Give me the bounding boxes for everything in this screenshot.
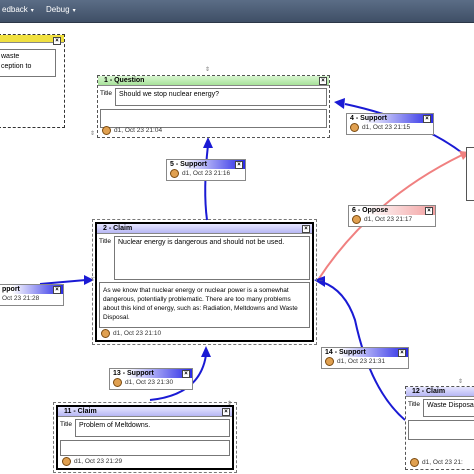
claim-11-title-row: Title Problem of Meltdowns. bbox=[60, 419, 230, 437]
support-link-13-footer: d1, Oct 23 21:30 bbox=[110, 378, 192, 387]
close-icon[interactable]: × bbox=[182, 370, 190, 378]
question-title-row: Title Should we stop nuclear energy? bbox=[100, 88, 327, 106]
oppose-link-6-header: 6 - Oppose × bbox=[349, 206, 435, 215]
partial-node-right[interactable] bbox=[466, 147, 474, 201]
close-icon[interactable]: × bbox=[425, 207, 433, 215]
claim-11-footer: d1, Oct 23 21:29 bbox=[62, 457, 122, 466]
claim-12-title-row: Title Waste Disposa bbox=[408, 399, 474, 417]
support-link-5-footer: d1, Oct 23 21:16 bbox=[167, 169, 245, 178]
support-link-5[interactable]: 5 - Support × d1, Oct 23 21:16 bbox=[166, 159, 246, 181]
close-icon[interactable]: × bbox=[222, 408, 230, 416]
resize-handle-icon[interactable]: ⇔ bbox=[90, 275, 96, 281]
close-icon[interactable]: × bbox=[53, 37, 61, 45]
question-footer: d1, Oct 23 21:04 bbox=[102, 126, 162, 135]
user-avatar-icon bbox=[410, 458, 419, 467]
arrowhead bbox=[201, 346, 211, 357]
claim-12-header: 12 - Claim bbox=[406, 387, 474, 397]
close-icon[interactable]: × bbox=[319, 77, 327, 85]
support-connector-5 bbox=[204, 144, 209, 221]
oppose-link-6-footer: d1, Oct 23 21:17 bbox=[349, 215, 435, 224]
resize-handle-icon[interactable]: ⇕ bbox=[90, 130, 95, 137]
support-link-13[interactable]: 13 - Support × d1, Oct 23 21:30 bbox=[109, 368, 193, 390]
support-link-14-footer: d1, Oct 23 21:31 bbox=[322, 357, 408, 366]
user-avatar-icon bbox=[352, 215, 361, 224]
claim-2-card[interactable]: 2 - Claim × Title Nuclear energy is dang… bbox=[92, 219, 317, 345]
support-link-left[interactable]: pport × Oct 23 21:28 bbox=[0, 284, 64, 306]
resize-handle-icon[interactable]: ⇔ bbox=[318, 278, 324, 284]
claim-12-footer: d1, Oct 23 21: bbox=[410, 458, 463, 467]
user-avatar-icon bbox=[102, 126, 111, 135]
partial-node-card[interactable]: × waste ception to bbox=[0, 34, 65, 128]
support-link-14[interactable]: 14 - Support × d1, Oct 23 21:31 bbox=[321, 347, 409, 369]
support-link-5-header: 5 - Support × bbox=[167, 160, 245, 169]
user-avatar-icon bbox=[325, 357, 334, 366]
user-avatar-icon bbox=[101, 329, 110, 338]
resize-handle-icon[interactable]: ⇕ bbox=[227, 400, 232, 407]
close-icon[interactable]: × bbox=[423, 115, 431, 123]
close-icon[interactable]: × bbox=[53, 286, 61, 294]
support-link-13-header: 13 - Support × bbox=[110, 369, 192, 378]
close-icon[interactable]: × bbox=[235, 161, 243, 169]
support-link-left-footer: Oct 23 21:28 bbox=[2, 295, 40, 302]
close-icon[interactable]: × bbox=[302, 225, 310, 233]
claim-12-title-field[interactable]: Waste Disposa bbox=[423, 399, 474, 417]
support-link-4-header: 4 - Support × bbox=[347, 114, 433, 123]
arrowhead bbox=[334, 98, 345, 109]
question-card[interactable]: 1 - Question × Title Should we stop nucl… bbox=[97, 75, 330, 138]
user-avatar-icon bbox=[350, 123, 359, 132]
claim-2-title-field[interactable]: Nuclear energy is dangerous and should n… bbox=[114, 236, 310, 280]
support-link-left-header: pport × bbox=[0, 285, 63, 294]
support-link-14-header: 14 - Support × bbox=[322, 348, 408, 357]
claim-11-header: 11 - Claim × bbox=[58, 407, 232, 417]
claim-12-description-field[interactable] bbox=[408, 420, 474, 440]
arrowhead bbox=[203, 137, 213, 148]
question-header: 1 - Question × bbox=[98, 76, 329, 86]
claim-11-description-field[interactable] bbox=[60, 440, 230, 456]
claim-2-description-field[interactable]: As we know that nuclear energy or nuclea… bbox=[99, 282, 310, 328]
claim-2-header: 2 - Claim × bbox=[97, 224, 312, 234]
claim-2-title-row: Title Nuclear energy is dangerous and sh… bbox=[99, 236, 310, 280]
oppose-link-6[interactable]: 6 - Oppose × d1, Oct 23 21:17 bbox=[348, 205, 436, 227]
claim-11-title-field[interactable]: Problem of Meltdowns. bbox=[75, 419, 230, 437]
support-link-4[interactable]: 4 - Support × d1, Oct 23 21:15 bbox=[346, 113, 434, 135]
user-avatar-icon bbox=[170, 169, 179, 178]
resize-handle-icon[interactable]: ⇕ bbox=[458, 378, 463, 385]
user-avatar-icon bbox=[62, 457, 71, 466]
close-icon[interactable]: × bbox=[398, 349, 406, 357]
question-title-field[interactable]: Should we stop nuclear energy? bbox=[115, 88, 327, 106]
resize-handle-icon[interactable]: ⇕ bbox=[205, 66, 210, 73]
support-link-4-footer: d1, Oct 23 21:15 bbox=[347, 123, 433, 132]
claim-12-card[interactable]: 12 - Claim Title Waste Disposa d1, Oct 2… bbox=[405, 386, 474, 470]
claim-11-card[interactable]: 11 - Claim × Title Problem of Meltdowns.… bbox=[53, 402, 237, 473]
partial-node-title: waste ception to bbox=[0, 49, 56, 77]
claim-2-footer: d1, Oct 23 21:10 bbox=[101, 329, 161, 338]
user-avatar-icon bbox=[113, 378, 122, 387]
